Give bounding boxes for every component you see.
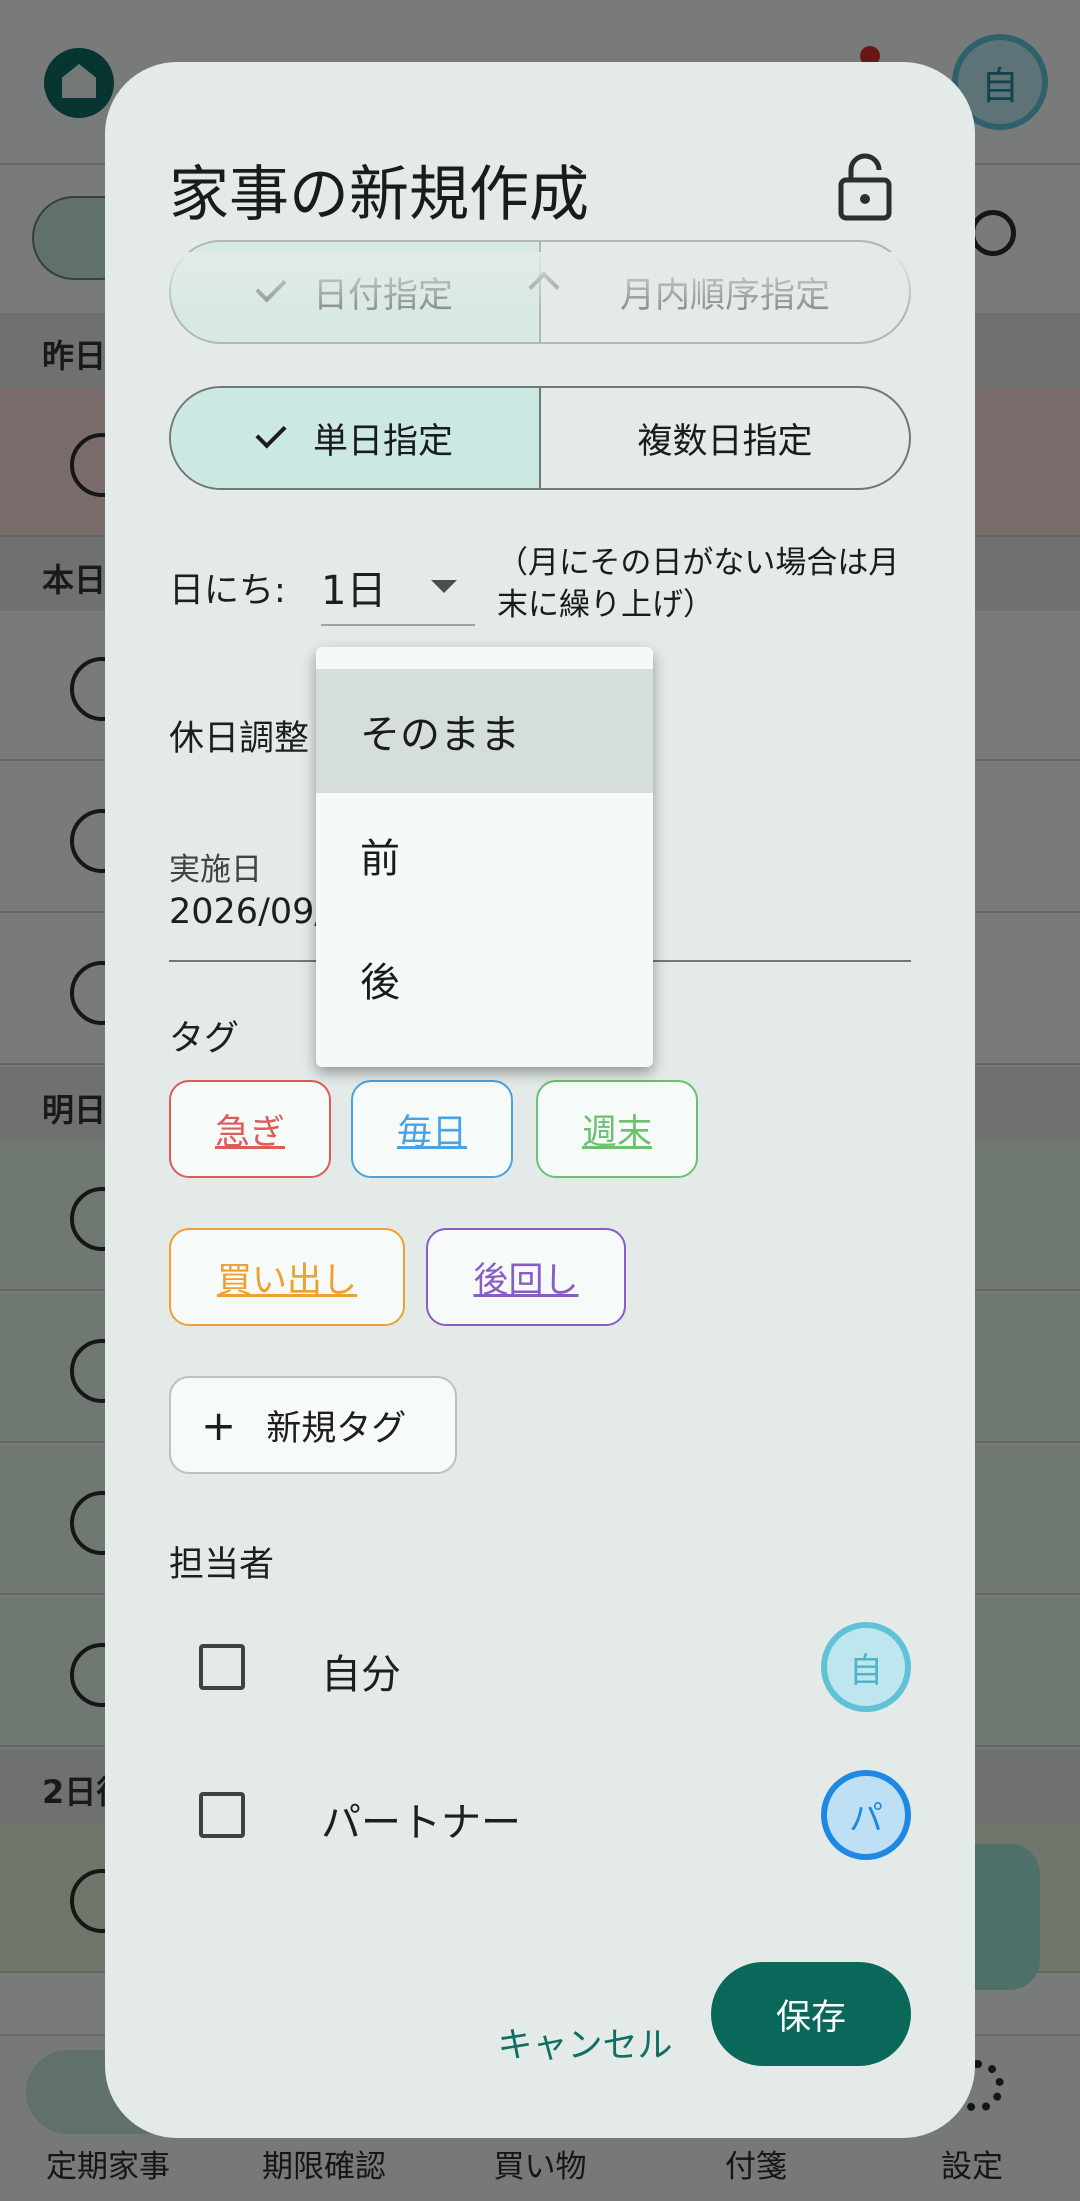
day-note: （月にその日がない場合は月末に繰り上げ） — [497, 545, 900, 623]
new-tag-button[interactable]: + 新規タグ — [169, 1376, 457, 1474]
assignee-name: 自分 — [321, 1652, 401, 1698]
segment-label: 日付指定 — [312, 275, 453, 316]
segment-month-order[interactable]: 月内順序指定 — [539, 242, 909, 342]
save-button[interactable]: 保存 — [711, 1962, 911, 2066]
tags-label: タグ — [169, 1019, 240, 1059]
menu-item-as-is[interactable]: そのまま — [316, 669, 653, 793]
assignee-checkbox[interactable] — [199, 1792, 245, 1838]
assignee-name: パートナー — [321, 1800, 521, 1846]
tag-chip[interactable]: 急ぎ — [169, 1080, 331, 1178]
unlock-icon[interactable] — [835, 152, 895, 222]
date-field-value[interactable]: 2026/09/ — [169, 892, 326, 932]
check-icon — [255, 271, 287, 303]
day-mode-segmented: 単日指定 複数日指定 — [169, 386, 911, 490]
dropdown-arrow-icon — [431, 580, 457, 593]
tag-chip[interactable]: 後回し — [426, 1228, 626, 1326]
day-select[interactable]: 1日 — [321, 546, 475, 626]
segment-date[interactable]: 日付指定 — [171, 242, 539, 342]
tag-chip[interactable]: 買い出し — [169, 1228, 405, 1326]
segment-label: 複数日指定 — [637, 421, 813, 462]
check-icon — [255, 417, 287, 449]
assignee-row-partner[interactable]: パートナー パ — [169, 1762, 911, 1872]
create-chore-dialog: 家事の新規作成 日付指定 月内順序指定 単日指定 複数日指定 日にち: 1日 （… — [105, 62, 975, 2138]
holiday-adjust-label: 休日調整 — [169, 719, 310, 759]
avatar: 自 — [821, 1622, 911, 1712]
dialog-title: 家事の新規作成 — [169, 160, 589, 230]
plus-icon: + — [201, 1400, 237, 1450]
segment-multi-day[interactable]: 複数日指定 — [539, 388, 909, 488]
schedule-mode-segmented: 日付指定 月内順序指定 — [169, 240, 911, 344]
menu-item-after[interactable]: 後 — [316, 917, 653, 1041]
menu-item-before[interactable]: 前 — [316, 793, 653, 917]
segment-label: 月内順序指定 — [619, 275, 830, 316]
day-label: 日にち: — [169, 571, 286, 611]
day-value: 1日 — [321, 568, 387, 614]
cancel-button[interactable]: キャンセル — [485, 1992, 685, 2092]
assignee-label: 担当者 — [169, 1545, 275, 1585]
assignee-row-self[interactable]: 自分 自 — [169, 1614, 911, 1724]
avatar: パ — [821, 1770, 911, 1860]
holiday-adjust-menu: そのまま 前 後 — [316, 647, 653, 1067]
segment-single-day[interactable]: 単日指定 — [171, 388, 539, 488]
assignee-checkbox[interactable] — [199, 1644, 245, 1690]
date-field-label: 実施日 — [169, 852, 262, 888]
tag-chip[interactable]: 週末 — [536, 1080, 698, 1178]
new-tag-label: 新規タグ — [266, 1408, 407, 1449]
segment-label: 単日指定 — [312, 421, 453, 462]
tag-chip[interactable]: 毎日 — [351, 1080, 513, 1178]
